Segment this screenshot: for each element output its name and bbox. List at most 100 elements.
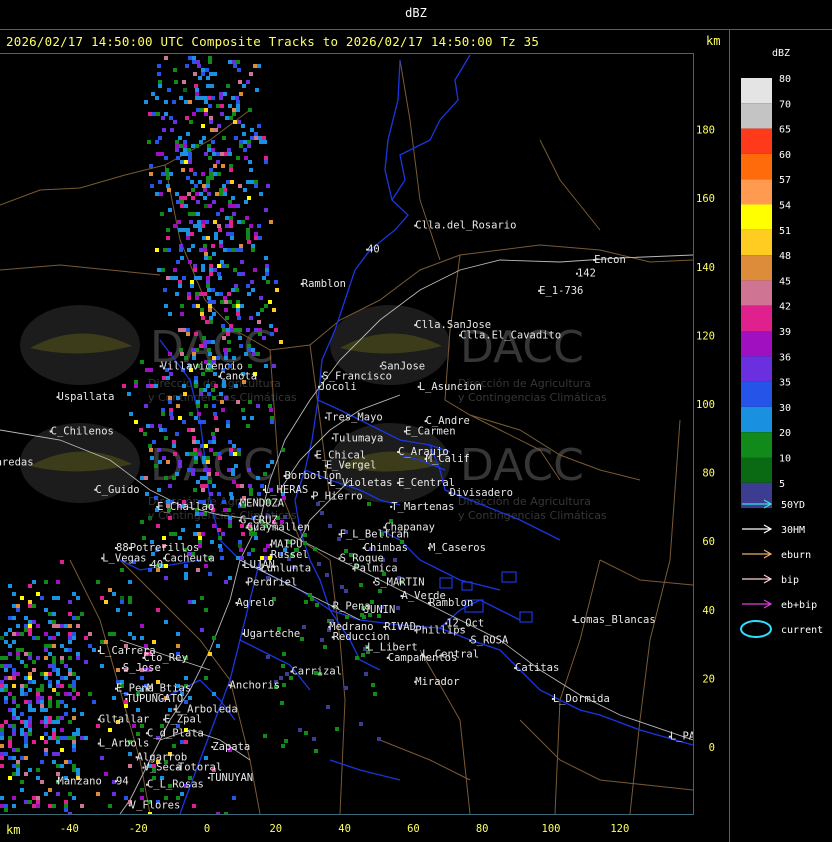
place-label: Ramblon [302,278,346,290]
echo-cell [194,184,198,188]
echo-cell [220,556,224,560]
echo-cell [40,720,44,724]
echo-cell [134,420,138,424]
echo-cell [0,744,4,748]
place-label: E_Carmen [405,425,456,437]
echo-cell [8,708,12,712]
echo-cell [8,664,12,668]
echo-cell [230,496,234,500]
echo-cell [56,624,60,628]
echo-cell [40,736,44,740]
echo-cell [4,804,8,808]
place-label: Clla.El_Cavadito [460,329,561,341]
radar-map[interactable]: DACCDirección de Agriculturay Contingenc… [0,0,832,842]
legend-swatch [741,78,772,104]
echo-cell [12,804,16,808]
echo-cell [248,400,252,404]
echo-cell [317,562,321,566]
echo-cell [188,160,192,164]
echo-cell [76,656,80,660]
echo-cell [134,380,138,384]
echo-cell [224,300,228,304]
echo-cell [264,256,268,260]
echo-cell [378,589,382,593]
echo-cell [56,668,60,672]
echo-cell [196,200,200,204]
echo-cell [8,652,12,656]
echo-cell [203,344,207,348]
place-label: 88 [116,542,129,554]
echo-cell [154,384,158,388]
echo-cell [198,228,202,232]
legend-value: 45 [779,276,791,287]
echo-cell [231,288,235,292]
echo-cell [246,180,250,184]
echo-cell [190,280,194,284]
echo-cell [220,400,224,404]
y-axis-ticks: 180 160 140 120 100 80 60 40 20 0 [696,125,715,754]
echo-cell [303,533,307,537]
echo-cell [208,308,212,312]
echo-cell [223,192,227,196]
echo-cell [136,732,140,736]
echo-cell [159,192,163,196]
echo-cell [304,731,308,735]
x-tick-label: 60 [407,823,420,835]
echo-cell [212,404,216,408]
echo-cell [228,200,232,204]
echo-cell [100,756,104,760]
echo-cell [202,460,206,464]
echo-cell [187,468,191,472]
echo-cell [24,736,28,740]
echo-cell [60,716,64,720]
echo-cell [377,737,381,741]
echo-cell [199,248,203,252]
echo-cell [0,680,4,684]
echo-cell [193,224,197,228]
echo-cell [203,388,207,392]
echo-cell [88,644,92,648]
echo-cell [192,112,196,116]
echo-cell [161,116,165,120]
echo-cell [164,156,168,160]
place-label: Carrizal [291,666,342,678]
echo-cell [166,176,170,180]
echo-cell [154,496,158,500]
echo-cell [219,392,223,396]
echo-cell [206,84,210,88]
echo-cell [226,180,230,184]
echo-cell [219,244,223,248]
echo-cell [120,600,124,604]
echo-cell [44,672,48,676]
legend-swatch [741,305,772,331]
echo-cell [0,688,4,692]
echo-cell [396,606,400,610]
echo-cell [28,704,32,708]
echo-cell [44,644,48,648]
y-tick-label: 140 [696,262,715,274]
echo-cell [0,684,4,688]
place-label: Manzano [58,775,102,787]
echo-cell [64,648,68,652]
echo-cell [250,416,254,420]
echo-cell [176,404,180,408]
echo-cell [191,468,195,472]
echo-cell [193,72,197,76]
echo-cell [233,64,237,68]
echo-cell [173,68,177,72]
echo-cell [72,672,76,676]
place-label: F_L_Beltran [340,528,410,540]
echo-cell [211,432,215,436]
place-label: L_HERAS [264,484,308,496]
echo-cell [56,752,60,756]
echo-cell [228,104,232,108]
echo-cell [265,264,269,268]
echo-cell [230,180,234,184]
echo-cell [150,424,154,428]
echo-cell [52,752,56,756]
echo-cell [221,324,225,328]
echo-cell [24,756,28,760]
echo-cell [207,192,211,196]
echo-cell [56,632,60,636]
echo-cell [12,716,16,720]
